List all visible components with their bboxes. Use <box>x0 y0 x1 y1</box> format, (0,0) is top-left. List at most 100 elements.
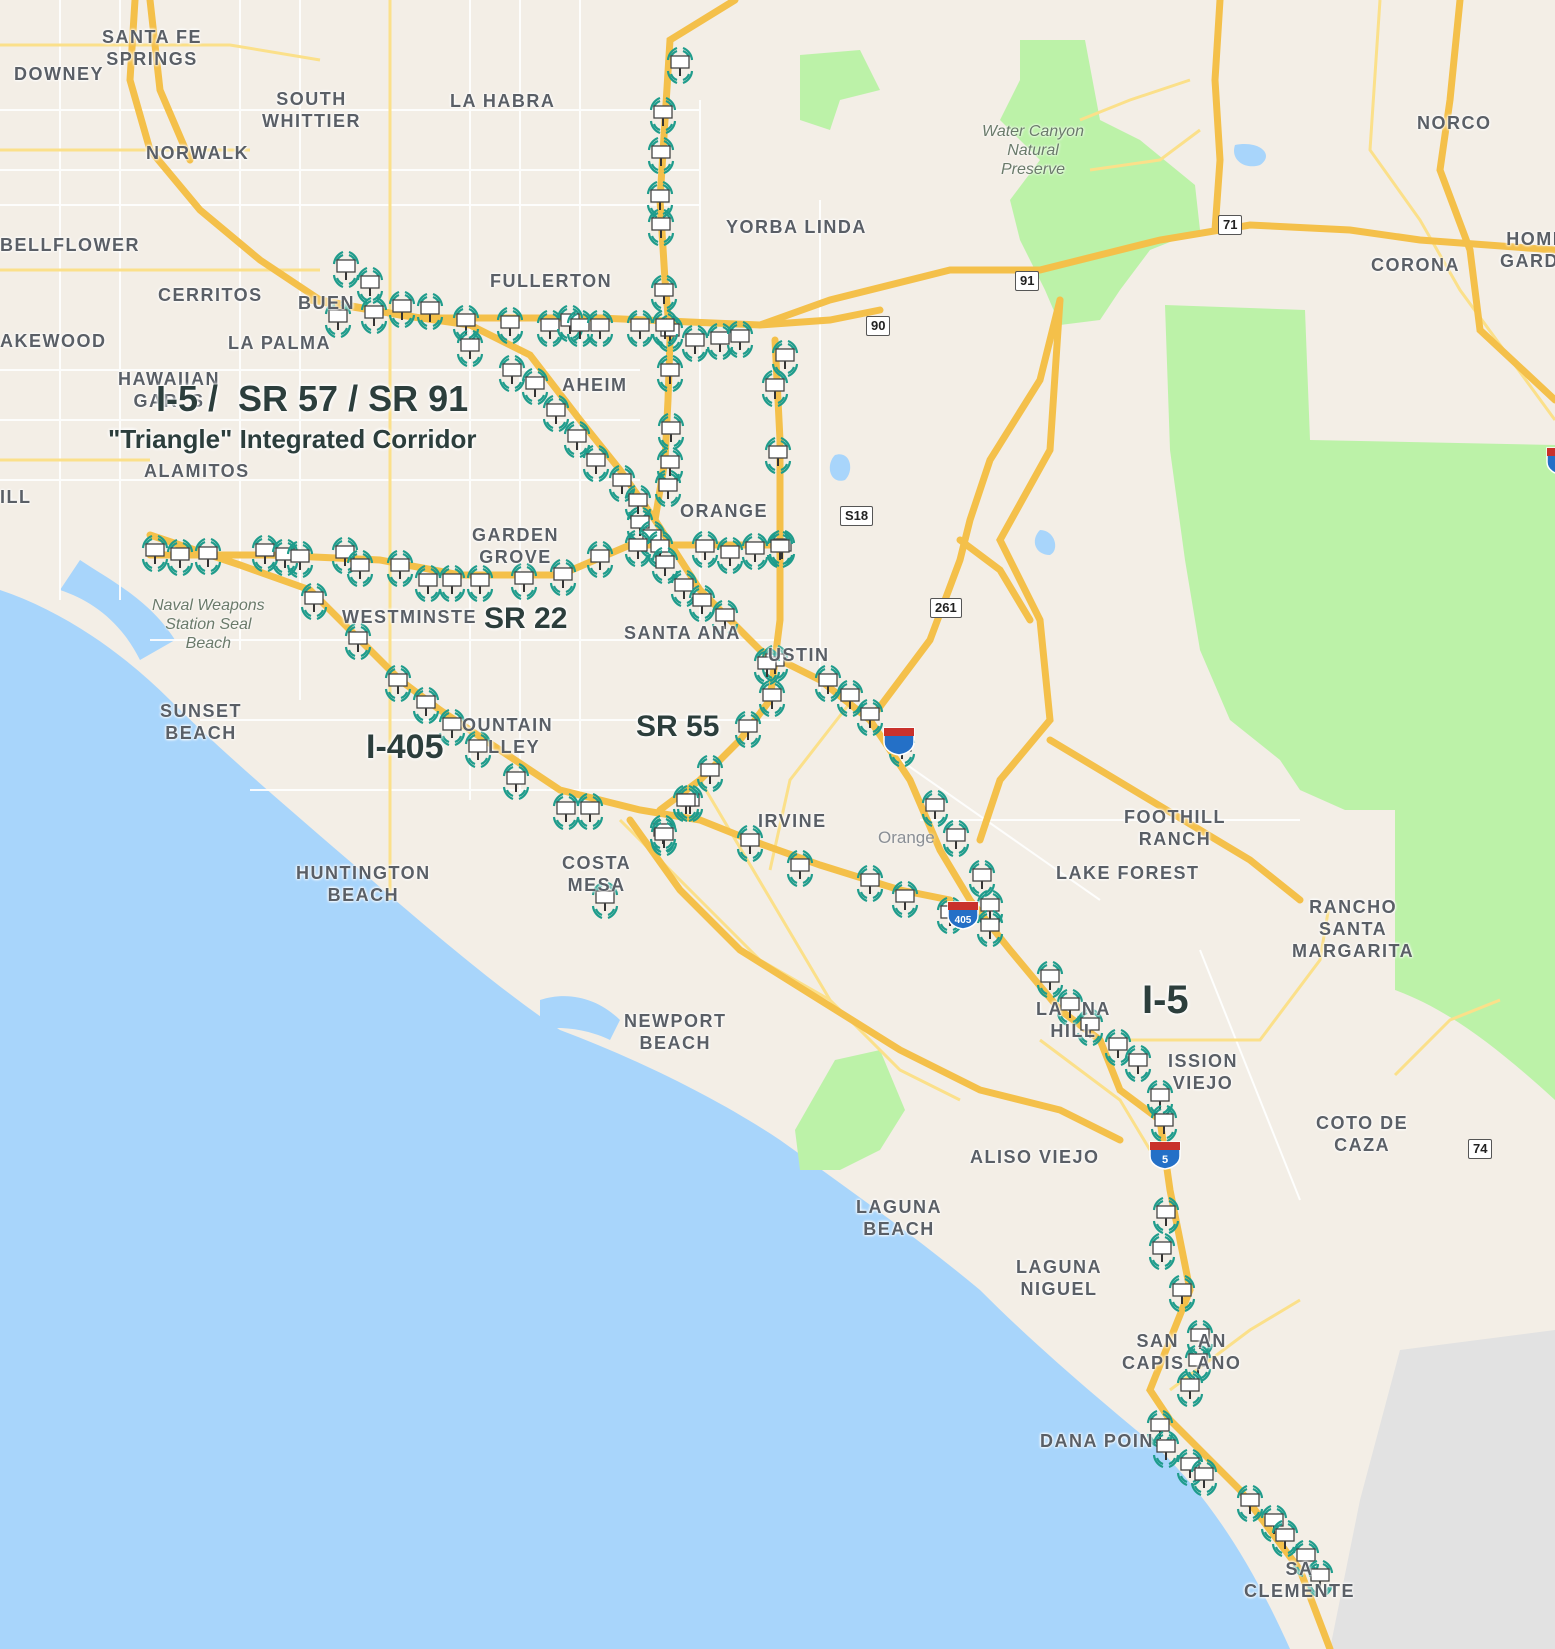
label-santa-fe-springs: SANTA FE SPRINGS <box>102 27 202 69</box>
label-costa-mesa: COSTA MESA <box>562 853 632 895</box>
corridor-triangle-title: I-5 / SR 57 / SR 91 <box>156 378 469 419</box>
traffic-sensor-icon[interactable] <box>647 136 675 175</box>
traffic-sensor-icon[interactable] <box>386 549 414 588</box>
corridor-triangle-subtitle: "Triangle" Integrated Corridor <box>108 424 477 454</box>
traffic-sensor-icon[interactable] <box>194 537 222 576</box>
traffic-sensor-icon[interactable] <box>1176 1369 1204 1408</box>
traffic-sensor-icon[interactable] <box>1036 960 1064 999</box>
label-irvine: IRVINE <box>758 811 827 831</box>
route-261-shield: 261 <box>930 598 962 618</box>
label-coto-de-caza: COTO DE CAZA <box>1316 1113 1409 1155</box>
label-san-juan-capistrano: SAN AN CAPIS ANO <box>1122 1331 1242 1373</box>
traffic-sensor-icon[interactable] <box>761 369 789 408</box>
route-74-shield: 74 <box>1468 1139 1493 1159</box>
corridor-sr55-label: SR 55 <box>636 710 720 743</box>
traffic-sensor-icon[interactable] <box>521 367 549 406</box>
traffic-sensor-icon[interactable] <box>388 290 416 329</box>
traffic-sensor-icon[interactable] <box>657 412 685 451</box>
svg-text:5: 5 <box>1162 1154 1168 1166</box>
traffic-sensor-icon[interactable] <box>672 784 700 823</box>
traffic-sensor-icon[interactable] <box>502 762 530 801</box>
traffic-sensor-icon[interactable] <box>786 849 814 888</box>
label-la-palma: LA PALMA <box>228 333 331 353</box>
interstate-405-shield: 405 <box>947 901 979 930</box>
traffic-sensor-icon[interactable] <box>384 664 412 703</box>
traffic-sensor-icon[interactable] <box>332 250 360 289</box>
traffic-sensor-icon[interactable] <box>734 710 762 749</box>
label-home-gardens: HOME GARDE <box>1500 229 1555 271</box>
traffic-sensor-icon[interactable] <box>968 859 996 898</box>
label-fountain-valley: OUNTAIN LLEY <box>462 715 554 757</box>
label-corona: CORONA <box>1371 255 1460 275</box>
traffic-sensor-icon[interactable] <box>414 564 442 603</box>
traffic-sensor-icon[interactable] <box>681 324 709 363</box>
traffic-sensor-icon[interactable] <box>921 789 949 828</box>
traffic-sensor-icon[interactable] <box>552 792 580 831</box>
traffic-sensor-icon[interactable] <box>1152 1196 1180 1235</box>
label-lakewood: AKEWOOD <box>0 331 107 351</box>
traffic-sensor-icon[interactable] <box>666 46 694 85</box>
traffic-sensor-icon[interactable] <box>416 292 444 331</box>
label-hill: ILL <box>0 487 32 507</box>
label-rancho-santa-margarita: RANCHO SANTA MARGARITA <box>1292 897 1415 961</box>
traffic-sensor-icon[interactable] <box>1236 1484 1264 1523</box>
traffic-sensor-icon[interactable] <box>466 564 494 603</box>
traffic-sensor-icon[interactable] <box>771 339 799 378</box>
traffic-sensor-icon[interactable] <box>650 274 678 313</box>
label-dana-point: DANA POIN <box>1040 1431 1154 1451</box>
traffic-sensor-icon[interactable] <box>741 532 769 571</box>
traffic-sensor-icon[interactable] <box>438 564 466 603</box>
label-cerritos: CERRITOS <box>158 285 263 305</box>
traffic-sensor-icon[interactable] <box>891 880 919 919</box>
label-mission-viejo: ISSION VIEJO <box>1168 1051 1239 1093</box>
traffic-sensor-icon[interactable] <box>586 309 614 348</box>
traffic-sensor-icon[interactable] <box>758 679 786 718</box>
label-bellflower: BELLFLOWER <box>0 235 140 255</box>
traffic-sensor-icon[interactable] <box>1148 1232 1176 1271</box>
map-canvas[interactable]: 71 91 90 S18 261 74 5 405 SANTA FE SPRIN… <box>0 0 1555 1649</box>
traffic-sensor-icon[interactable] <box>856 864 884 903</box>
label-garden-grove: GARDEN GROVE <box>472 525 560 567</box>
traffic-sensor-icon[interactable] <box>1168 1274 1196 1313</box>
label-yorba-linda: YORBA LINDA <box>726 217 867 237</box>
interstate-5-shield: 5 <box>1149 1141 1181 1170</box>
route-s18-shield: S18 <box>840 506 874 526</box>
label-laguna-niguel: LAGUNA NIGUEL <box>1016 1257 1102 1299</box>
traffic-sensor-icon[interactable] <box>498 354 526 393</box>
traffic-sensor-icon[interactable] <box>764 436 792 475</box>
traffic-sensor-icon[interactable] <box>814 664 842 703</box>
traffic-sensor-icon[interactable] <box>626 309 654 348</box>
interstate-15-shield <box>1546 447 1555 474</box>
label-fullerton: FULLERTON <box>490 271 613 291</box>
traffic-sensor-icon[interactable] <box>496 306 524 345</box>
traffic-sensor-icon[interactable] <box>141 534 169 573</box>
traffic-sensor-icon[interactable] <box>716 536 744 575</box>
traffic-sensor-icon[interactable] <box>510 562 538 601</box>
traffic-sensor-icon[interactable] <box>542 394 570 433</box>
traffic-sensor-icon[interactable] <box>942 819 970 858</box>
label-lake-forest: LAKE FOREST <box>1056 863 1200 883</box>
route-71-shield: 71 <box>1218 215 1243 235</box>
label-sunset-beach: SUNSET BEACH <box>160 701 243 743</box>
traffic-sensor-icon[interactable] <box>649 96 677 135</box>
label-laguna-beach: LAGUNA BEACH <box>856 1197 942 1239</box>
route-90-shield: 90 <box>866 316 891 336</box>
traffic-sensor-icon[interactable] <box>412 686 440 725</box>
traffic-sensor-icon[interactable] <box>586 540 614 579</box>
label-san-clemente: SA CLEMENTE <box>1244 1559 1355 1601</box>
traffic-sensor-icon[interactable] <box>1152 1430 1180 1469</box>
traffic-sensor-icon[interactable] <box>576 792 604 831</box>
traffic-sensor-icon[interactable] <box>1124 1044 1152 1083</box>
label-newport-beach: NEWPORT BEACH <box>624 1011 727 1053</box>
traffic-sensor-icon[interactable] <box>656 354 684 393</box>
traffic-sensor-icon[interactable] <box>696 754 724 793</box>
label-downey: DOWNEY <box>14 64 104 84</box>
label-orange-small: Orange <box>878 828 935 847</box>
interstate-shield-north <box>883 727 915 756</box>
traffic-sensor-icon[interactable] <box>300 582 328 621</box>
label-westminster: WESTMINSTE <box>342 607 477 627</box>
label-huntington-beach: HUNTINGTON BEACH <box>296 863 431 905</box>
traffic-sensor-icon[interactable] <box>166 538 194 577</box>
traffic-sensor-icon[interactable] <box>344 622 372 661</box>
traffic-sensor-icon[interactable] <box>691 530 719 569</box>
